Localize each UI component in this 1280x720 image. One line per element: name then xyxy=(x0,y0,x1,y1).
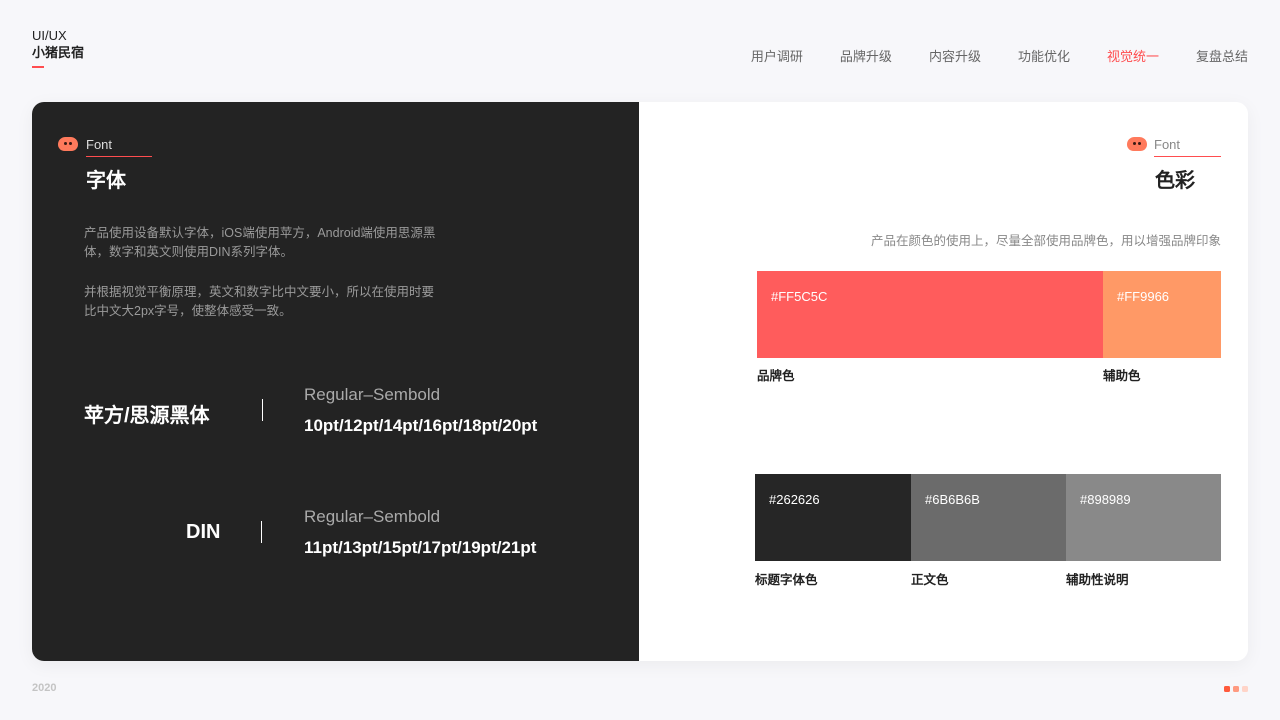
brand-subtitle: 小猪民宿 xyxy=(32,45,85,60)
font-panel: Font 字体 产品使用设备默认字体，iOS端使用苹方，Android端使用思源… xyxy=(32,102,639,661)
swatch-secondary-color: #FF9966 xyxy=(1103,271,1221,358)
swatch-code: #898989 xyxy=(1080,492,1131,507)
page-dot[interactable] xyxy=(1233,686,1239,692)
swatch-label-secondary: 辅助色 xyxy=(1103,369,1141,383)
font-spec-name-din: DIN xyxy=(186,521,221,543)
swatch-label-body-text: 正文色 xyxy=(911,573,949,587)
font-section-label: Font xyxy=(86,137,113,152)
swatch-body-text-color: #6B6B6B xyxy=(911,474,1066,561)
top-nav: 用户调研 品牌升级 内容升级 功能优化 视觉统一 复盘总结 xyxy=(751,46,1248,65)
swatch-brand-color: #FF5C5C xyxy=(757,271,1103,358)
nav-item-brand-upgrade[interactable]: 品牌升级 xyxy=(840,46,892,65)
font-spec-weight-din: Regular–Sembold xyxy=(304,507,441,526)
swatch-helper-text-color: #898989 xyxy=(1066,474,1221,561)
font-spec-sizes-din: 11pt/13pt/15pt/17pt/19pt/21pt xyxy=(304,538,537,557)
font-section-title: 字体 xyxy=(86,170,126,192)
brand-title: UI/UX xyxy=(32,28,67,43)
font-description-1: 产品使用设备默认字体，iOS端使用苹方，Android端使用思源黑体，数字和英文… xyxy=(84,226,436,259)
swatch-label-brand: 品牌色 xyxy=(757,369,795,383)
footer-year: 2020 xyxy=(32,682,57,694)
brand-underline xyxy=(32,66,44,68)
page-dot[interactable] xyxy=(1224,686,1230,692)
content-card: Font 字体 产品使用设备默认字体，iOS端使用苹方，Android端使用思源… xyxy=(32,102,1248,661)
color-panel: Font 色彩 产品在颜色的使用上，尽量全部使用品牌色，用以增强品牌印象 #FF… xyxy=(639,102,1248,661)
swatch-label-title-text: 标题字体色 xyxy=(755,573,818,587)
nav-item-visual-unification[interactable]: 视觉统一 xyxy=(1107,46,1159,65)
font-spec-divider xyxy=(261,521,262,543)
swatch-code: #262626 xyxy=(769,492,820,507)
swatch-label-helper-text: 辅助性说明 xyxy=(1066,573,1129,587)
font-section-underline xyxy=(86,156,152,157)
color-section-label: Font xyxy=(1154,137,1181,152)
swatch-code: #6B6B6B xyxy=(925,492,980,507)
nav-item-feature-optimization[interactable]: 功能优化 xyxy=(1018,46,1070,65)
page-indicator xyxy=(1224,686,1248,692)
font-spec-divider xyxy=(262,399,263,421)
swatch-code: #FF5C5C xyxy=(771,289,828,304)
swatch-code: #FF9966 xyxy=(1117,289,1170,304)
nav-item-user-research[interactable]: 用户调研 xyxy=(751,46,803,65)
color-section-title: 色彩 xyxy=(1155,170,1195,192)
color-description: 产品在颜色的使用上，尽量全部使用品牌色，用以增强品牌印象 xyxy=(870,234,1221,248)
page-dot[interactable] xyxy=(1242,686,1248,692)
font-spec-name-pingfang: 苹方/思源黑体 xyxy=(84,405,210,427)
font-spec-sizes-pingfang: 10pt/12pt/14pt/16pt/18pt/20pt xyxy=(304,416,538,435)
pig-icon xyxy=(1127,137,1147,151)
font-description-2: 并根据视觉平衡原理，英文和数字比中文要小，所以在使用时要比中文大2px字号，使整… xyxy=(84,285,435,318)
font-spec-weight-pingfang: Regular–Sembold xyxy=(304,385,441,404)
nav-item-content-upgrade[interactable]: 内容升级 xyxy=(929,46,981,65)
pig-icon xyxy=(58,137,78,151)
nav-item-review-summary[interactable]: 复盘总结 xyxy=(1196,46,1248,65)
swatch-title-text-color: #262626 xyxy=(755,474,911,561)
color-section-underline xyxy=(1154,156,1221,157)
brand: UI/UX 小猪民宿 xyxy=(32,28,84,68)
